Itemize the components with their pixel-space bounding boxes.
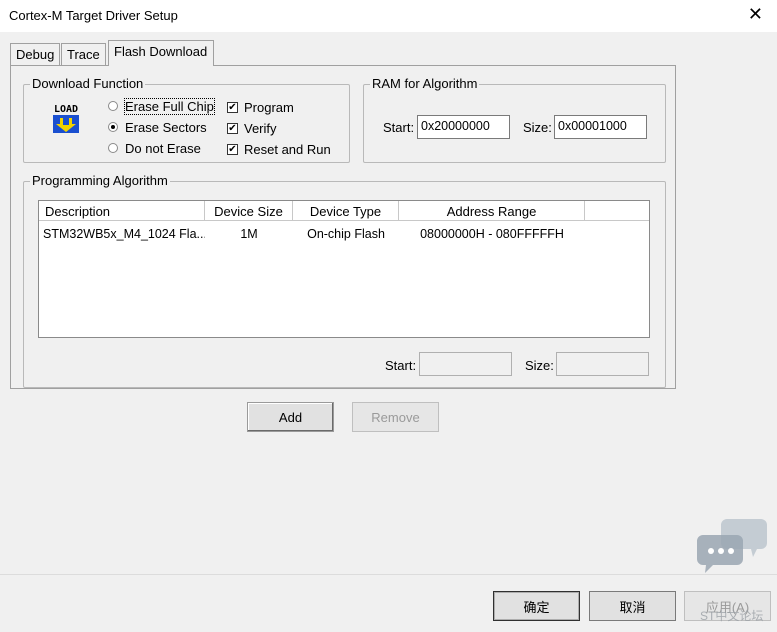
radio-do-not-erase-label: Do not Erase (125, 140, 201, 156)
column-device-size[interactable]: Device Size (205, 201, 293, 221)
cell-device-size: 1M (240, 227, 258, 241)
tab-trace[interactable]: Trace (61, 43, 106, 65)
radio-circle[interactable] (108, 143, 118, 153)
column-address-range[interactable]: Address Range (399, 201, 585, 221)
checkbox-program-label: Program (244, 99, 294, 115)
ram-start-input[interactable]: 0x20000000 (417, 115, 510, 139)
algo-size-label: Size: (525, 358, 554, 373)
checkbox-reset-and-run-label: Reset and Run (244, 141, 331, 157)
checkbox-verify-label: Verify (244, 120, 277, 136)
checkbox-verify[interactable]: ✔ Verify (227, 120, 277, 136)
programming-algorithm-group: Programming Algorithm Description Device… (23, 173, 666, 388)
window-title: Cortex-M Target Driver Setup (9, 8, 178, 23)
svg-text:LOAD: LOAD (54, 104, 78, 115)
remove-button[interactable]: Remove (352, 402, 439, 432)
algo-start-label: Start: (385, 358, 417, 373)
radio-erase-sectors[interactable]: Erase Sectors (108, 119, 207, 135)
ram-size-label: Size: (523, 120, 552, 135)
watermark-text: ST中文论坛 (700, 609, 764, 623)
tab-flash-download-label: Flash Download (114, 44, 208, 59)
check-icon[interactable]: ✔ (227, 143, 238, 155)
programming-algorithm-label: Programming Algorithm (30, 173, 170, 188)
close-icon[interactable]: ✕ (748, 4, 763, 24)
column-description[interactable]: Description (39, 201, 205, 221)
ram-for-algorithm-label: RAM for Algorithm (370, 76, 480, 91)
column-filler (585, 201, 649, 221)
column-device-type[interactable]: Device Type (293, 201, 399, 221)
cell-device-type: On-chip Flash (307, 227, 385, 241)
download-function-group: Download Function LOAD Erase Full Chip E… (23, 76, 350, 163)
tab-debug-label: Debug (16, 47, 55, 62)
table-row[interactable]: STM32WB5x_M4_1024 Fla... 1M On-chip Flas… (39, 225, 585, 243)
forum-watermark-icon (697, 515, 769, 575)
radio-erase-sectors-label: Erase Sectors (125, 119, 207, 135)
tab-debug[interactable]: Debug (10, 43, 60, 65)
ram-for-algorithm-group: RAM for Algorithm Start: 0x20000000 Size… (363, 76, 666, 163)
cancel-button[interactable]: 取消 (589, 591, 676, 621)
cell-description: STM32WB5x_M4_1024 Fla... (43, 227, 205, 241)
algorithm-list[interactable]: Description Device Size Device Type Addr… (38, 200, 650, 338)
ok-button[interactable]: 确定 (493, 591, 580, 621)
checkbox-reset-and-run[interactable]: ✔ Reset and Run (227, 141, 331, 157)
flash-download-panel: Download Function LOAD Erase Full Chip E… (10, 65, 676, 389)
tab-flash-download[interactable]: Flash Download (108, 40, 214, 66)
radio-do-not-erase[interactable]: Do not Erase (108, 140, 201, 156)
cell-address-range: 08000000H - 080FFFFFH (420, 227, 564, 241)
dialog-client: Debug Trace Flash Download Download Func… (0, 32, 777, 632)
tab-trace-label: Trace (67, 47, 100, 62)
radio-circle-selected[interactable] (108, 122, 118, 132)
radio-erase-full-chip[interactable]: Erase Full Chip (108, 97, 215, 115)
title-bar: Cortex-M Target Driver Setup ✕ (0, 0, 777, 32)
list-header: Description Device Size Device Type Addr… (39, 201, 649, 221)
ram-start-label: Start: (383, 120, 415, 135)
algo-start-input[interactable] (419, 352, 512, 376)
radio-erase-full-chip-label: Erase Full Chip (124, 97, 215, 115)
checkbox-program[interactable]: ✔ Program (227, 99, 294, 115)
algo-size-input[interactable] (556, 352, 649, 376)
download-function-label: Download Function (30, 76, 146, 91)
ram-size-input[interactable]: 0x00001000 (554, 115, 647, 139)
load-icon: LOAD (50, 102, 82, 136)
check-icon[interactable]: ✔ (227, 101, 238, 113)
radio-circle[interactable] (108, 101, 118, 111)
add-button[interactable]: Add (247, 402, 334, 432)
check-icon[interactable]: ✔ (227, 122, 238, 134)
